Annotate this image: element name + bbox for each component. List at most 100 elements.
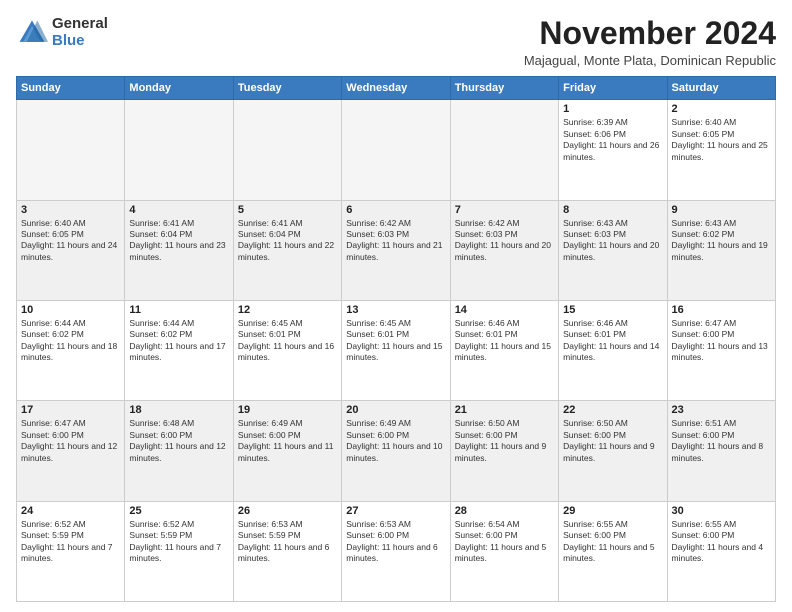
- day-info: Sunrise: 6:41 AM Sunset: 6:04 PM Dayligh…: [129, 218, 228, 264]
- day-number: 18: [129, 404, 228, 416]
- table-row: [125, 100, 233, 200]
- day-number: 20: [346, 404, 445, 416]
- table-row: 27Sunrise: 6:53 AM Sunset: 6:00 PM Dayli…: [342, 501, 450, 601]
- table-row: 3Sunrise: 6:40 AM Sunset: 6:05 PM Daylig…: [17, 200, 125, 300]
- day-info: Sunrise: 6:51 AM Sunset: 6:00 PM Dayligh…: [672, 418, 771, 464]
- day-number: 17: [21, 404, 120, 416]
- page: General Blue November 2024 Majagual, Mon…: [0, 0, 792, 612]
- day-info: Sunrise: 6:40 AM Sunset: 6:05 PM Dayligh…: [672, 117, 771, 163]
- table-row: 29 Sunrise: 6:55 AM Sunset: 6:00 PM Dayli…: [559, 501, 667, 601]
- table-row: 13Sunrise: 6:45 AM Sunset: 6:01 PM Dayli…: [342, 300, 450, 400]
- day-info: Sunrise: 6:49 AM Sunset: 6:00 PM Dayligh…: [346, 418, 445, 464]
- day-number: 9: [672, 204, 771, 216]
- day-info: Sunrise: 6:43 AM Sunset: 6:03 PM Dayligh…: [563, 218, 662, 264]
- table-row: 18 Sunrise: 6:48 AM Sunset: 6:00 PM Dayli…: [125, 401, 233, 501]
- day-info: Sunrise: 6:46 AM Sunset: 6:01 PM Dayligh…: [563, 318, 662, 364]
- week-row-3: 10Sunrise: 6:44 AM Sunset: 6:02 PM Dayli…: [17, 300, 776, 400]
- table-row: 23 Sunrise: 6:51 AM Sunset: 6:00 PM Dayli…: [667, 401, 775, 501]
- location: Majagual, Monte Plata, Dominican Republi…: [524, 53, 776, 68]
- day-info: Sunrise: 6:44 AM Sunset: 6:02 PM Dayligh…: [129, 318, 228, 364]
- logo: General Blue: [16, 16, 108, 49]
- day-number: 28: [455, 505, 554, 517]
- table-row: [233, 100, 341, 200]
- week-row-5: 24 Sunrise: 6:52 AM Sunset: 5:59 PM Dayli…: [17, 501, 776, 601]
- day-number: 29: [563, 505, 662, 517]
- day-number: 25: [129, 505, 228, 517]
- day-number: 26: [238, 505, 337, 517]
- table-row: 28Sunrise: 6:54 AM Sunset: 6:00 PM Dayli…: [450, 501, 558, 601]
- day-number: 27: [346, 505, 445, 517]
- day-info: Sunrise: 6:48 AM Sunset: 6:00 PM Dayligh…: [129, 418, 228, 464]
- month-title: November 2024: [524, 16, 776, 51]
- logo-blue-text: Blue: [52, 33, 108, 50]
- title-block: November 2024 Majagual, Monte Plata, Dom…: [524, 16, 776, 68]
- table-row: 17Sunrise: 6:47 AM Sunset: 6:00 PM Dayli…: [17, 401, 125, 501]
- day-info: Sunrise: 6:39 AM Sunset: 6:06 PM Dayligh…: [563, 117, 662, 163]
- table-row: 5 Sunrise: 6:41 AM Sunset: 6:04 PM Daylig…: [233, 200, 341, 300]
- calendar-table: Sunday Monday Tuesday Wednesday Thursday…: [16, 76, 776, 602]
- logo-icon: [16, 17, 48, 49]
- day-info: Sunrise: 6:40 AM Sunset: 6:05 PM Dayligh…: [21, 218, 120, 264]
- day-number: 2: [672, 103, 771, 115]
- table-row: 10Sunrise: 6:44 AM Sunset: 6:02 PM Dayli…: [17, 300, 125, 400]
- table-row: [17, 100, 125, 200]
- col-thursday: Thursday: [450, 77, 558, 100]
- day-info: Sunrise: 6:52 AM Sunset: 5:59 PM Dayligh…: [129, 519, 228, 565]
- table-row: 14 Sunrise: 6:46 AM Sunset: 6:01 PM Dayli…: [450, 300, 558, 400]
- day-number: 16: [672, 304, 771, 316]
- day-number: 19: [238, 404, 337, 416]
- col-sunday: Sunday: [17, 77, 125, 100]
- day-info: Sunrise: 6:45 AM Sunset: 6:01 PM Dayligh…: [238, 318, 337, 364]
- logo-general-text: General: [52, 16, 108, 33]
- day-info: Sunrise: 6:55 AM Sunset: 6:00 PM Dayligh…: [563, 519, 662, 565]
- day-info: Sunrise: 6:53 AM Sunset: 5:59 PM Dayligh…: [238, 519, 337, 565]
- week-row-2: 3Sunrise: 6:40 AM Sunset: 6:05 PM Daylig…: [17, 200, 776, 300]
- day-info: Sunrise: 6:50 AM Sunset: 6:00 PM Dayligh…: [563, 418, 662, 464]
- day-info: Sunrise: 6:44 AM Sunset: 6:02 PM Dayligh…: [21, 318, 120, 364]
- header: General Blue November 2024 Majagual, Mon…: [16, 16, 776, 68]
- day-number: 24: [21, 505, 120, 517]
- col-saturday: Saturday: [667, 77, 775, 100]
- day-info: Sunrise: 6:55 AM Sunset: 6:00 PM Dayligh…: [672, 519, 771, 565]
- table-row: 20 Sunrise: 6:49 AM Sunset: 6:00 PM Dayli…: [342, 401, 450, 501]
- logo-text: General Blue: [52, 16, 108, 49]
- table-row: 15 Sunrise: 6:46 AM Sunset: 6:01 PM Dayli…: [559, 300, 667, 400]
- day-info: Sunrise: 6:42 AM Sunset: 6:03 PM Dayligh…: [346, 218, 445, 264]
- day-info: Sunrise: 6:43 AM Sunset: 6:02 PM Dayligh…: [672, 218, 771, 264]
- table-row: 25 Sunrise: 6:52 AM Sunset: 5:59 PM Dayli…: [125, 501, 233, 601]
- table-row: 8 Sunrise: 6:43 AM Sunset: 6:03 PM Daylig…: [559, 200, 667, 300]
- table-row: 6 Sunrise: 6:42 AM Sunset: 6:03 PM Daylig…: [342, 200, 450, 300]
- day-info: Sunrise: 6:46 AM Sunset: 6:01 PM Dayligh…: [455, 318, 554, 364]
- table-row: 9 Sunrise: 6:43 AM Sunset: 6:02 PM Daylig…: [667, 200, 775, 300]
- table-row: 11Sunrise: 6:44 AM Sunset: 6:02 PM Dayli…: [125, 300, 233, 400]
- day-number: 8: [563, 204, 662, 216]
- col-wednesday: Wednesday: [342, 77, 450, 100]
- table-row: 26 Sunrise: 6:53 AM Sunset: 5:59 PM Dayli…: [233, 501, 341, 601]
- calendar-header-row: Sunday Monday Tuesday Wednesday Thursday…: [17, 77, 776, 100]
- table-row: [450, 100, 558, 200]
- day-number: 23: [672, 404, 771, 416]
- day-number: 1: [563, 103, 662, 115]
- col-friday: Friday: [559, 77, 667, 100]
- table-row: 24Sunrise: 6:52 AM Sunset: 5:59 PM Dayli…: [17, 501, 125, 601]
- table-row: 1 Sunrise: 6:39 AM Sunset: 6:06 PM Daylig…: [559, 100, 667, 200]
- day-info: Sunrise: 6:42 AM Sunset: 6:03 PM Dayligh…: [455, 218, 554, 264]
- week-row-1: 1 Sunrise: 6:39 AM Sunset: 6:06 PM Daylig…: [17, 100, 776, 200]
- table-row: 30 Sunrise: 6:55 AM Sunset: 6:00 PM Dayli…: [667, 501, 775, 601]
- table-row: 16Sunrise: 6:47 AM Sunset: 6:00 PM Dayli…: [667, 300, 775, 400]
- day-number: 6: [346, 204, 445, 216]
- table-row: 2 Sunrise: 6:40 AM Sunset: 6:05 PM Daylig…: [667, 100, 775, 200]
- day-number: 21: [455, 404, 554, 416]
- day-number: 13: [346, 304, 445, 316]
- day-number: 30: [672, 505, 771, 517]
- day-number: 22: [563, 404, 662, 416]
- day-number: 4: [129, 204, 228, 216]
- day-number: 15: [563, 304, 662, 316]
- table-row: 7Sunrise: 6:42 AM Sunset: 6:03 PM Daylig…: [450, 200, 558, 300]
- col-tuesday: Tuesday: [233, 77, 341, 100]
- week-row-4: 17Sunrise: 6:47 AM Sunset: 6:00 PM Dayli…: [17, 401, 776, 501]
- day-info: Sunrise: 6:50 AM Sunset: 6:00 PM Dayligh…: [455, 418, 554, 464]
- day-info: Sunrise: 6:41 AM Sunset: 6:04 PM Dayligh…: [238, 218, 337, 264]
- day-number: 5: [238, 204, 337, 216]
- day-number: 14: [455, 304, 554, 316]
